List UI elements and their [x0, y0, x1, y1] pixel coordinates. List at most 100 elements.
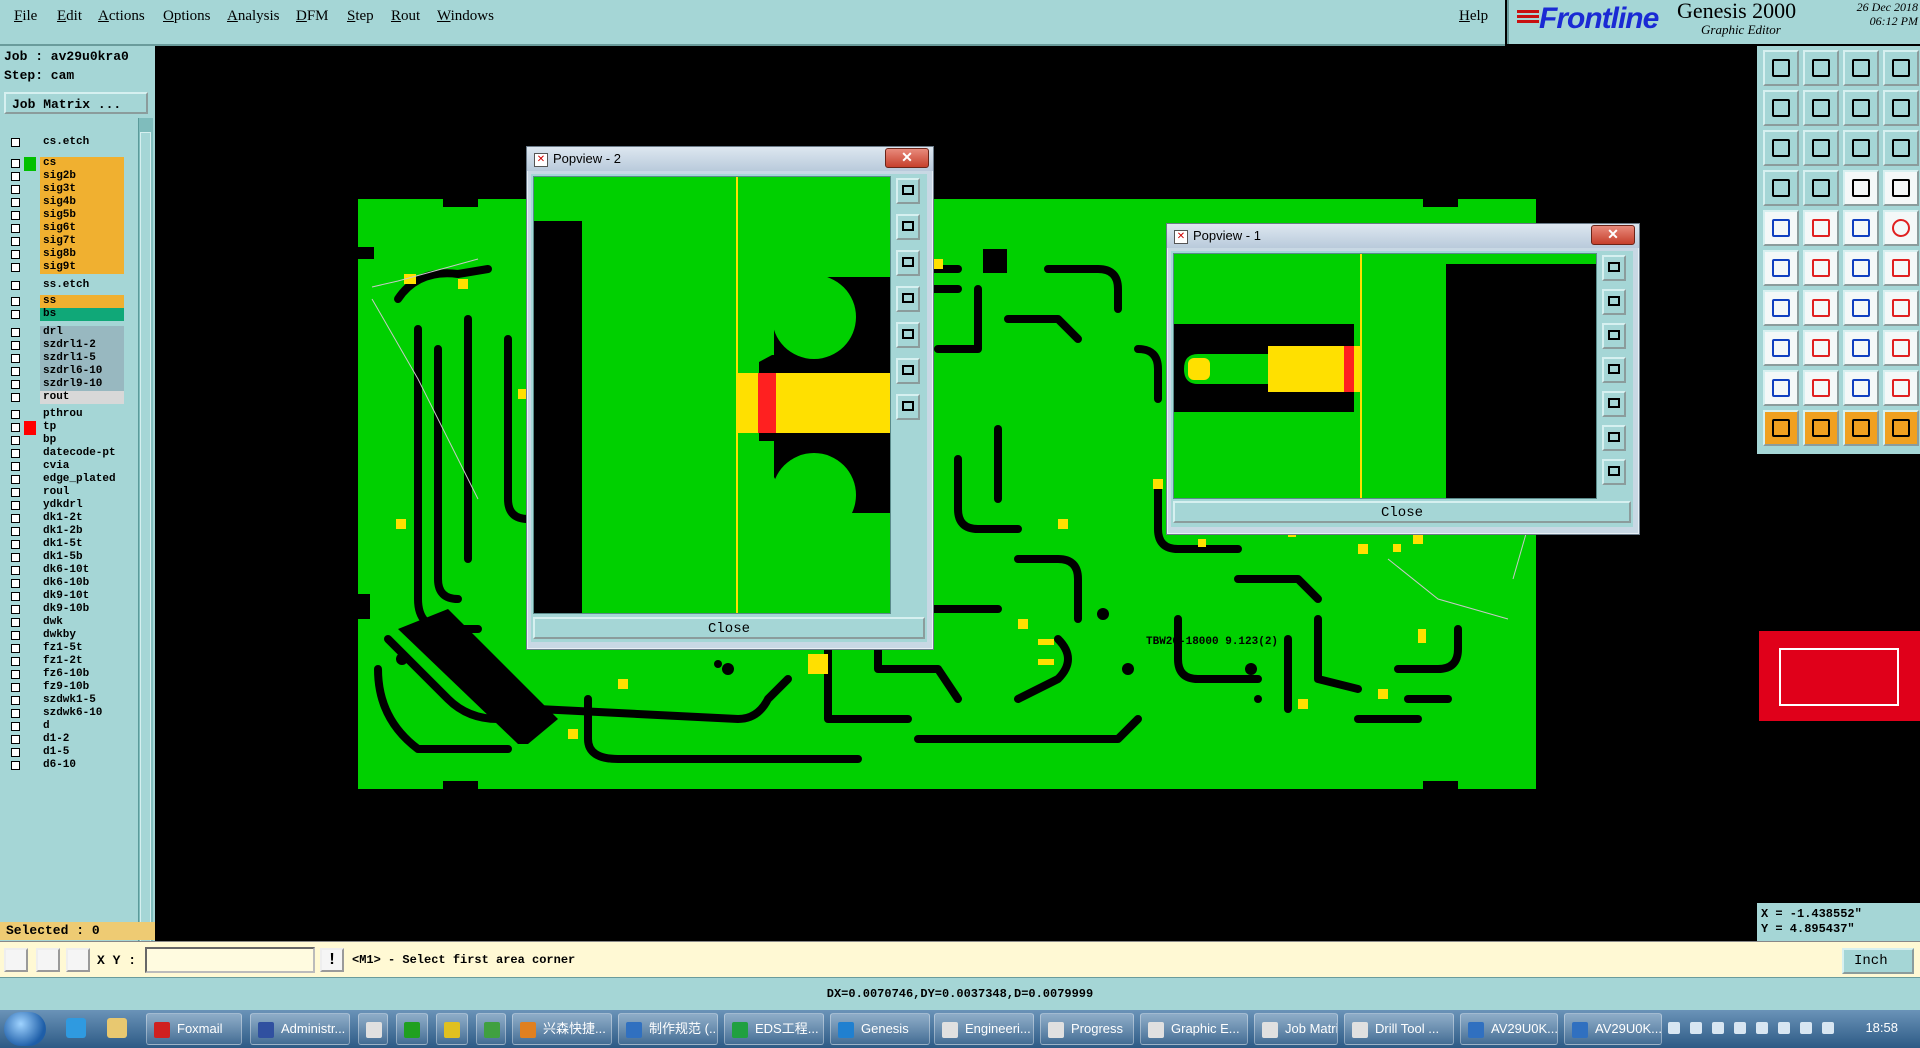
layer-checkbox[interactable] — [11, 566, 20, 575]
layer-checkbox[interactable] — [11, 709, 20, 718]
layer-row[interactable]: szdrl1-2 — [4, 339, 124, 353]
scrollbar-thumb[interactable] — [140, 132, 151, 952]
center-icon[interactable] — [896, 394, 920, 420]
layer-row[interactable]: sig3t — [4, 183, 124, 197]
zoom-in-icon[interactable] — [896, 214, 920, 240]
layer-name[interactable]: szdrl1-5 — [40, 352, 124, 365]
layer-name[interactable]: fz6-10b — [40, 668, 124, 681]
layer-row[interactable]: sig2b — [4, 170, 124, 184]
layer-row[interactable]: d6-10 — [4, 759, 124, 773]
slot-icon[interactable] — [1843, 330, 1879, 366]
connect-icon[interactable] — [1883, 250, 1919, 286]
layer-checkbox[interactable] — [11, 683, 20, 692]
layer-checkbox[interactable] — [11, 618, 20, 627]
overview-map[interactable] — [1757, 454, 1920, 899]
layer-row[interactable]: sig7t — [4, 235, 124, 249]
unit-selector[interactable]: Inch — [1842, 948, 1914, 974]
bridge-icon[interactable] — [1883, 370, 1919, 406]
layer-checkbox[interactable] — [11, 735, 20, 744]
tray-icon[interactable] — [1734, 1022, 1746, 1034]
layer-row[interactable]: d — [4, 720, 124, 734]
layer-row[interactable]: dwk — [4, 616, 124, 630]
layer-row[interactable]: roul — [4, 486, 124, 500]
pan-right-icon[interactable] — [1602, 391, 1626, 417]
zoom-home-icon[interactable] — [1602, 255, 1626, 281]
layer-row[interactable]: szdrl6-10 — [4, 365, 124, 379]
snap-icon[interactable] — [4, 948, 28, 972]
measure-icon[interactable] — [1763, 170, 1799, 206]
node-icon[interactable] — [1763, 250, 1799, 286]
layer-name[interactable]: sig4b — [40, 196, 124, 209]
layer-row[interactable]: ss.etch — [4, 279, 124, 293]
grid-icon[interactable] — [1803, 170, 1839, 206]
zoom-in-icon[interactable] — [1602, 289, 1626, 315]
layer-name[interactable]: datecode-pt — [40, 447, 124, 460]
layer-checkbox[interactable] — [11, 696, 20, 705]
layer-row[interactable]: fz9-10b — [4, 681, 124, 695]
layer-row[interactable]: bp — [4, 434, 124, 448]
zoom-out-icon[interactable] — [1803, 90, 1839, 126]
layer-name[interactable]: cvia — [40, 460, 124, 473]
zoom-out-icon[interactable] — [1602, 323, 1626, 349]
popview-1-close-icon[interactable]: ✕ — [1591, 225, 1635, 245]
link-icon[interactable] — [1843, 250, 1879, 286]
layer-checkbox[interactable] — [11, 657, 20, 666]
layer-name[interactable]: bp — [40, 434, 124, 447]
dot-icon[interactable] — [1883, 210, 1919, 246]
arrow-select-icon[interactable] — [1803, 410, 1839, 446]
arc-icon[interactable] — [1763, 290, 1799, 326]
snap-blue-icon[interactable] — [1883, 170, 1919, 206]
layer-row[interactable]: dk1-5t — [4, 538, 124, 552]
layer-row[interactable]: dk9-10b — [4, 603, 124, 617]
layer-checkbox[interactable] — [11, 185, 20, 194]
layer-row[interactable]: d1-2 — [4, 733, 124, 747]
menu-file[interactable]: File — [14, 8, 37, 25]
taskbar-button[interactable]: Foxmail — [146, 1013, 242, 1045]
layer-checkbox[interactable] — [11, 592, 20, 601]
help-icon[interactable] — [1883, 130, 1919, 166]
taskbar-button[interactable]: AV29U0K... — [1460, 1013, 1558, 1045]
layer-checkbox[interactable] — [11, 159, 20, 168]
layer-row[interactable]: dk6-10t — [4, 564, 124, 578]
layer-checkbox[interactable] — [11, 367, 20, 376]
layer-row[interactable]: szdrl1-5 — [4, 352, 124, 366]
layer-checkbox[interactable] — [11, 172, 20, 181]
circle-icon[interactable] — [1763, 210, 1799, 246]
layer-name[interactable]: fz1-2t — [40, 655, 124, 668]
layer-row[interactable]: fz1-2t — [4, 655, 124, 669]
layer-name[interactable]: pthrou — [40, 408, 124, 421]
layer-name[interactable]: cs.etch — [40, 136, 124, 149]
menu-rout[interactable]: Rout — [391, 8, 420, 25]
layer-name[interactable]: cs — [40, 157, 124, 170]
layer-row[interactable]: sig8b — [4, 248, 124, 262]
taskbar-button[interactable] — [396, 1013, 428, 1045]
zoom-in-icon[interactable] — [1763, 90, 1799, 126]
layer-checkbox[interactable] — [11, 281, 20, 290]
layer-name[interactable]: dk1-2t — [40, 512, 124, 525]
tray-icon[interactable] — [1712, 1022, 1724, 1034]
layer-name[interactable]: dk9-10b — [40, 603, 124, 616]
xy-input[interactable] — [145, 947, 315, 973]
layer-name[interactable]: dk9-10t — [40, 590, 124, 603]
layer-checkbox[interactable] — [11, 423, 20, 432]
menu-step[interactable]: Step — [347, 8, 374, 25]
taskbar-button[interactable] — [476, 1013, 506, 1045]
explorer-icon[interactable] — [107, 1018, 127, 1038]
layer-name[interactable]: sig5b — [40, 209, 124, 222]
taskbar-button[interactable]: Genesis — [830, 1013, 930, 1045]
tray-icon[interactable] — [1756, 1022, 1768, 1034]
taskbar-button[interactable]: Graphic E... — [1140, 1013, 1248, 1045]
layer-row[interactable]: dk9-10t — [4, 590, 124, 604]
layer-name[interactable]: ydkdrl — [40, 499, 124, 512]
layer-name[interactable]: sig6t — [40, 222, 124, 235]
taskbar-button[interactable] — [436, 1013, 468, 1045]
layer-checkbox[interactable] — [11, 354, 20, 363]
diagonal-icon[interactable] — [1803, 290, 1839, 326]
menu-windows[interactable]: Windows — [437, 8, 494, 25]
pan-left-icon[interactable] — [1602, 357, 1626, 383]
layer-name[interactable]: dk1-5t — [40, 538, 124, 551]
layer-checkbox[interactable] — [11, 393, 20, 402]
taskbar-button[interactable]: Drill Tool ... — [1344, 1013, 1454, 1045]
layer-checkbox[interactable] — [11, 540, 20, 549]
menu-options[interactable]: Options — [163, 8, 211, 25]
